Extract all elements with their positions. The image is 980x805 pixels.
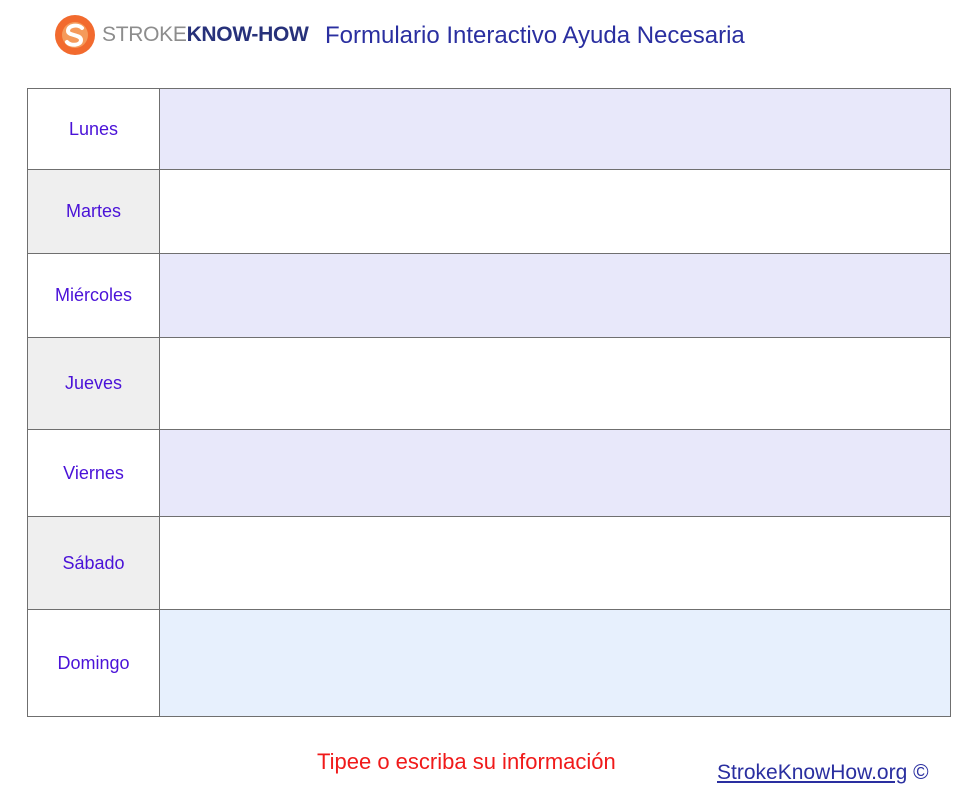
entry-cell-martes[interactable] <box>159 169 951 254</box>
entry-input-miercoles[interactable] <box>160 266 950 325</box>
entry-input-lunes[interactable] <box>160 100 950 158</box>
entry-input-domingo[interactable] <box>160 634 950 692</box>
instructions-text: Tipee o escriba su información <box>317 749 616 774</box>
table-row-martes: Martes <box>27 169 951 254</box>
entry-input-jueves[interactable] <box>160 354 950 413</box>
day-label-lunes: Lunes <box>27 88 160 170</box>
logo-wordmark: STROKEKNOW-HOW <box>102 23 309 47</box>
entry-cell-lunes[interactable] <box>159 88 951 170</box>
copyright-symbol: © <box>913 761 929 784</box>
logo-knowhow-text: KNOW-HOW <box>186 23 309 46</box>
entry-cell-viernes[interactable] <box>159 429 951 517</box>
footer-credit: StrokeKnowHow.org © <box>717 761 929 785</box>
entry-input-sabado[interactable] <box>160 534 950 592</box>
logo-stroke-text: STROKE <box>102 23 187 46</box>
header: STROKEKNOW-HOW Formulario Interactivo Ay… <box>0 0 980 80</box>
entry-cell-miercoles[interactable] <box>159 253 951 338</box>
day-label-jueves: Jueves <box>27 337 160 430</box>
weekly-help-table: Lunes Martes Miércoles Jueves Viernes Sá… <box>27 88 951 717</box>
entry-cell-jueves[interactable] <box>159 337 951 430</box>
table-row-domingo: Domingo <box>27 609 951 717</box>
entry-cell-sabado[interactable] <box>159 516 951 610</box>
day-label-sabado: Sábado <box>27 516 160 610</box>
stroke-logo-icon <box>55 15 95 55</box>
table-row-viernes: Viernes <box>27 429 951 517</box>
strokeknowhow-link[interactable]: StrokeKnowHow.org <box>717 761 907 784</box>
day-label-miercoles: Miércoles <box>27 253 160 338</box>
table-row-lunes: Lunes <box>27 88 951 170</box>
entry-input-martes[interactable] <box>160 182 950 241</box>
form-title: Formulario Interactivo Ayuda Necesaria <box>325 22 745 49</box>
table-row-sabado: Sábado <box>27 516 951 610</box>
entry-input-viernes[interactable] <box>160 444 950 502</box>
day-label-viernes: Viernes <box>27 429 160 517</box>
entry-cell-domingo[interactable] <box>159 609 951 717</box>
day-label-martes: Martes <box>27 169 160 254</box>
table-row-jueves: Jueves <box>27 337 951 430</box>
table-row-miercoles: Miércoles <box>27 253 951 338</box>
stroke-know-how-logo: STROKEKNOW-HOW <box>54 14 309 56</box>
day-label-domingo: Domingo <box>27 609 160 717</box>
